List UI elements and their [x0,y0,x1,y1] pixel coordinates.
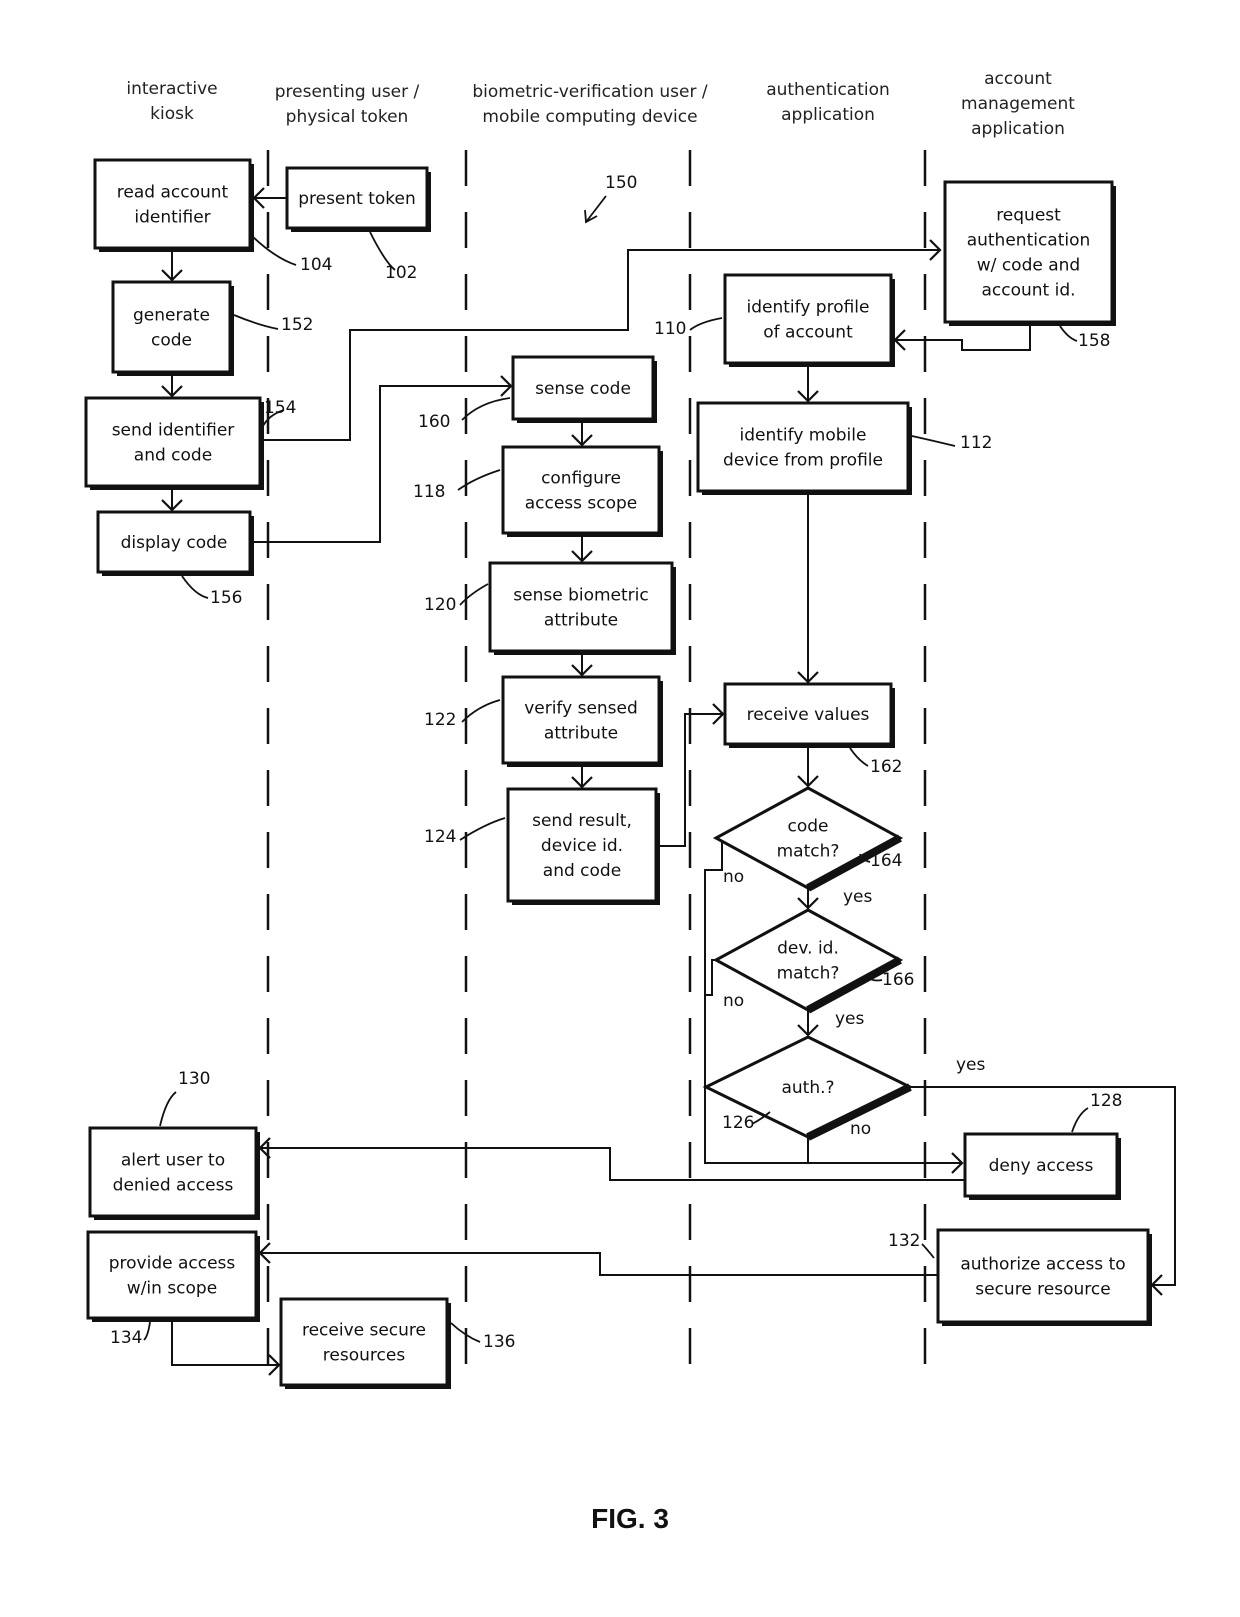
connector-line [895,326,1031,351]
leader-line [849,747,869,767]
ref-numeral-134: 134 [110,1328,142,1348]
leader-line [143,1321,151,1341]
ref-numeral-154: 154 [264,398,296,418]
node-alert-user: alert user to denied access [88,1126,260,1220]
ref-numeral-124: 124 [424,827,456,847]
node-label: present token [298,189,416,209]
ref-numeral-104: 104 [300,255,332,275]
lane-header-auth-app: authentication application [766,80,890,125]
decision-label: auth.? [781,1078,834,1098]
process-box [93,158,252,250]
branch-label-yes: yes [835,1009,865,1029]
process-box [84,396,262,488]
process-box [88,1126,258,1218]
ref-numeral-136: 136 [483,1332,515,1352]
process-box [501,675,661,765]
branch-label-yes: yes [956,1055,986,1075]
node-request-authentication: request authentication w/ code and account … [943,180,1116,326]
ref-numeral-120: 120 [424,595,456,615]
node-label: display code [121,533,228,553]
node-identify-mobile-device: identify mobile device from profile [696,401,912,495]
node-label: receive values [747,705,870,725]
node-receive-values: receive values [723,682,895,748]
node-configure-access-scope: configure access scope [501,445,663,537]
leader-line [459,583,489,606]
leader-line [457,469,501,491]
process-nodes: read account identifier present token gener… [84,158,1152,1389]
ref-numeral-112: 112 [960,433,992,453]
ref-numeral-152: 152 [281,315,313,335]
process-box [488,561,674,653]
branch-label-yes: yes [843,887,873,907]
node-identify-profile: identify profile of account [723,273,895,367]
lane-header-kiosk: interactive kiosk [126,79,217,124]
lane-header-account-mgmt: account management application [961,69,1075,139]
node-verify-sensed: verify sensed attribute [501,675,663,767]
diagram-ref-pointer [585,195,607,223]
node-provide-access: provide access w/in scope [86,1230,260,1322]
leader-line [1071,1107,1089,1133]
ref-numeral-128: 128 [1090,1091,1122,1111]
ref-numeral-156: 156 [210,588,242,608]
node-label: send result, device id. and code [532,811,632,881]
leader-line [1059,325,1078,342]
node-generate-code: generate code [111,280,234,376]
process-box [943,180,1114,324]
ref-numeral-160: 160 [418,412,450,432]
lane-header-presenting-user: presenting user / physical token [275,82,420,127]
ref-numeral-110: 110 [654,319,686,339]
node-send-result: send result, device id. and code [506,787,660,905]
process-box [279,1297,449,1387]
node-sense-code: sense code [511,355,657,423]
ref-numeral-164: 164 [870,851,902,871]
connector-line [260,1252,938,1276]
process-box [111,280,232,374]
leader-line [159,1091,177,1127]
ref-numeral-132: 132 [888,1231,920,1251]
ref-numeral-162: 162 [870,757,902,777]
node-label: deny access [989,1156,1094,1176]
leader-line [459,817,506,841]
node-authorize-access: authorize access to secure resource [936,1228,1152,1326]
leader-line [461,699,501,723]
connector-line [705,959,716,996]
ref-numeral-130: 130 [178,1069,210,1089]
node-sense-biometric: sense biometric attribute [488,561,676,655]
process-box [936,1228,1150,1324]
ref-numeral-118: 118 [413,482,445,502]
ref-numeral-166: 166 [882,970,914,990]
leader-line [461,397,511,421]
leader-line [181,575,209,599]
figure-caption: FIG. 3 [591,1503,669,1534]
node-deny-access: deny access [963,1132,1121,1200]
diagram-ref-numeral: 150 [605,173,637,193]
ref-numeral-126: 126 [722,1113,754,1133]
leader-line [921,1243,935,1259]
lane-header-mobile-device: biometric-verification user / mobile comp… [472,82,707,127]
leader-line [251,235,297,266]
connector-line [171,1322,279,1366]
flowchart-diagram: interactive kiosk presenting user / physica… [84,69,1176,1534]
ref-numeral-102: 102 [385,263,417,283]
process-box [501,445,661,535]
leader-line [689,317,723,331]
node-send-identifier-and-code: send identifier and code [84,396,264,490]
leader-line [233,314,279,330]
node-label: sense code [535,379,631,399]
node-receive-secure: receive secure resources [279,1297,451,1389]
ref-numeral-158: 158 [1078,331,1110,351]
leader-line [911,435,956,447]
node-present-token: present token [285,166,431,232]
swimlane-headers: interactive kiosk presenting user / physica… [126,69,1075,139]
node-display-code: display code [96,510,254,576]
process-box [86,1230,258,1320]
node-read-account-identifier: read account identifier [93,158,254,252]
branch-label-no: no [850,1119,871,1139]
branch-label-no: no [723,991,744,1011]
connector-line [660,713,723,847]
process-box [696,401,910,493]
process-box [723,273,893,365]
branch-label-no: no [723,867,744,887]
ref-numeral-122: 122 [424,710,456,730]
